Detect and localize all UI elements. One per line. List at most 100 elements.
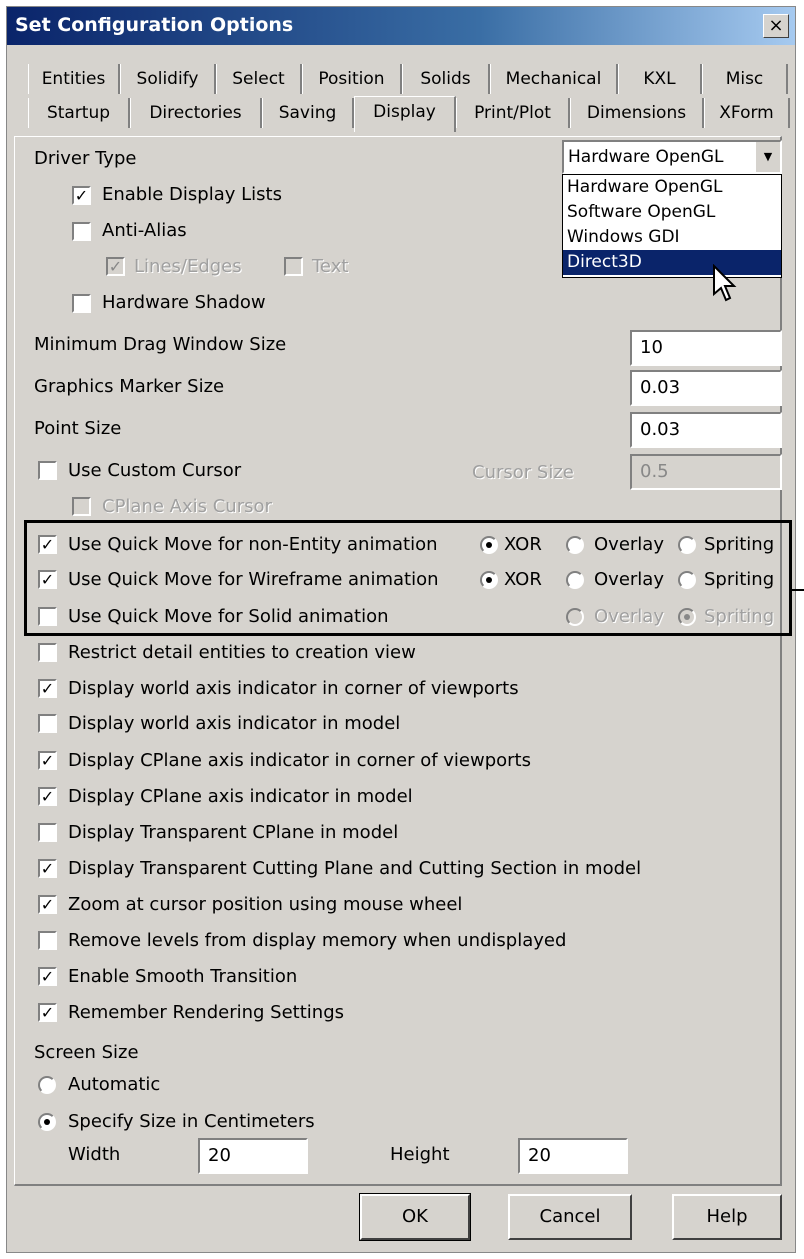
driver-option-software-opengl[interactable]: Software OpenGL: [563, 200, 781, 225]
anti-alias-checkbox[interactable]: [72, 222, 91, 241]
tab-print-plot[interactable]: Print/Plot: [456, 98, 570, 128]
non-entity-overlay-radio[interactable]: [566, 536, 584, 554]
tab-startup[interactable]: Startup: [28, 98, 130, 128]
cplane-axis-corner-label: Display CPlane axis indicator in corner …: [68, 750, 531, 771]
text-label: Text: [312, 256, 349, 277]
tab-saving[interactable]: Saving: [262, 98, 354, 128]
height-label: Height: [390, 1144, 450, 1165]
cplane-axis-corner-checkbox[interactable]: ✓: [38, 751, 57, 770]
non-entity-xor-label: XOR: [504, 534, 542, 555]
wireframe-overlay-radio[interactable]: [566, 571, 584, 589]
transparent-cplane-label: Display Transparent CPlane in model: [68, 822, 399, 843]
remove-levels-checkbox[interactable]: [38, 931, 57, 950]
tab-dimensions[interactable]: Dimensions: [570, 98, 704, 128]
driver-type-label: Driver Type: [34, 148, 137, 169]
world-axis-model-checkbox[interactable]: [38, 714, 57, 733]
cancel-button[interactable]: Cancel: [508, 1194, 632, 1240]
window-title: Set Configuration Options: [15, 14, 294, 36]
driver-type-select[interactable]: Hardware OpenGL ▼: [562, 140, 782, 174]
smooth-transition-label: Enable Smooth Transition: [68, 966, 298, 987]
help-button[interactable]: Help: [672, 1194, 782, 1240]
height-input[interactable]: 20: [518, 1138, 628, 1174]
min-drag-size-input[interactable]: 10: [630, 330, 782, 366]
hardware-shadow-checkbox[interactable]: [72, 294, 91, 313]
tab-solids[interactable]: Solids: [402, 64, 490, 94]
restrict-detail-checkbox[interactable]: [38, 643, 57, 662]
ok-button[interactable]: OK: [359, 1193, 471, 1241]
wireframe-overlay-label: Overlay: [594, 569, 664, 590]
driver-type-list: Hardware OpenGL Software OpenGL Windows …: [562, 174, 782, 278]
lines-edges-checkbox: ✓: [106, 257, 125, 276]
cplane-axis-model-checkbox[interactable]: ✓: [38, 787, 57, 806]
marker-size-input[interactable]: 0.03: [630, 370, 782, 406]
automatic-radio[interactable]: [38, 1076, 56, 1094]
transparent-cplane-checkbox[interactable]: [38, 823, 57, 842]
wireframe-xor-label: XOR: [504, 569, 542, 590]
cplane-axis-cursor-checkbox: [72, 497, 91, 516]
tab-misc[interactable]: Misc: [702, 64, 788, 94]
specify-size-radio[interactable]: [38, 1113, 56, 1131]
enable-display-lists-label: Enable Display Lists: [102, 184, 282, 205]
non-entity-spriting-radio[interactable]: [678, 536, 696, 554]
solid-overlay-radio: [566, 608, 584, 626]
anti-alias-label: Anti-Alias: [102, 220, 187, 241]
point-size-label: Point Size: [34, 418, 122, 439]
world-axis-corner-label: Display world axis indicator in corner o…: [68, 678, 519, 699]
width-input[interactable]: 20: [198, 1138, 308, 1174]
cursor-size-input: 0.5: [630, 454, 782, 490]
cplane-axis-model-label: Display CPlane axis indicator in model: [68, 786, 413, 807]
marker-size-label: Graphics Marker Size: [34, 376, 225, 397]
width-label: Width: [68, 1144, 121, 1165]
quick-move-wireframe-checkbox[interactable]: ✓: [38, 570, 57, 589]
cursor-size-label: Cursor Size: [472, 462, 574, 483]
restrict-detail-label: Restrict detail entities to creation vie…: [68, 642, 416, 663]
driver-option-windows-gdi[interactable]: Windows GDI: [563, 225, 781, 250]
tab-mechanical[interactable]: Mechanical: [490, 64, 618, 94]
wireframe-spriting-radio[interactable]: [678, 571, 696, 589]
lines-edges-label: Lines/Edges: [134, 256, 242, 277]
custom-cursor-checkbox[interactable]: [38, 461, 57, 480]
solid-spriting-label: Spriting: [704, 606, 775, 627]
screen-size-label: Screen Size: [34, 1042, 139, 1063]
non-entity-overlay-label: Overlay: [594, 534, 664, 555]
tab-display[interactable]: Display: [354, 96, 456, 132]
specify-size-label: Specify Size in Centimeters: [68, 1111, 315, 1132]
tab-entities[interactable]: Entities: [28, 64, 120, 94]
quick-move-solid-checkbox[interactable]: [38, 607, 57, 626]
smooth-transition-checkbox[interactable]: ✓: [38, 967, 57, 986]
min-drag-size-label: Minimum Drag Window Size: [34, 334, 287, 355]
wireframe-spriting-label: Spriting: [704, 569, 775, 590]
chevron-down-icon[interactable]: ▼: [755, 142, 780, 172]
zoom-at-cursor-label: Zoom at cursor position using mouse whee…: [68, 894, 463, 915]
point-size-input[interactable]: 0.03: [630, 412, 782, 448]
hardware-shadow-label: Hardware Shadow: [102, 292, 266, 313]
transparent-cutting-plane-label: Display Transparent Cutting Plane and Cu…: [68, 858, 642, 879]
tab-xform[interactable]: XForm: [704, 98, 790, 128]
cplane-axis-cursor-label: CPlane Axis Cursor: [102, 496, 272, 517]
text-checkbox: [284, 257, 303, 276]
driver-option-direct3d[interactable]: Direct3D: [563, 250, 781, 275]
world-axis-corner-checkbox[interactable]: ✓: [38, 679, 57, 698]
enable-display-lists-checkbox[interactable]: ✓: [72, 186, 91, 205]
callout-line: [792, 589, 804, 591]
non-entity-spriting-label: Spriting: [704, 534, 775, 555]
world-axis-model-label: Display world axis indicator in model: [68, 713, 401, 734]
tab-kxl[interactable]: KXL: [618, 64, 702, 94]
tab-solidify[interactable]: Solidify: [120, 64, 216, 94]
driver-option-hardware-opengl[interactable]: Hardware OpenGL: [563, 175, 781, 200]
close-button[interactable]: ×: [763, 14, 789, 38]
remember-rendering-checkbox[interactable]: ✓: [38, 1003, 57, 1022]
mouse-pointer-icon: [713, 264, 737, 302]
zoom-at-cursor-checkbox[interactable]: ✓: [38, 895, 57, 914]
non-entity-xor-radio[interactable]: [480, 536, 498, 554]
transparent-cutting-plane-checkbox[interactable]: ✓: [38, 859, 57, 878]
tab-select[interactable]: Select: [216, 64, 302, 94]
wireframe-xor-radio[interactable]: [480, 571, 498, 589]
tab-directories[interactable]: Directories: [130, 98, 262, 128]
solid-spriting-radio: [678, 608, 696, 626]
quick-move-wireframe-label: Use Quick Move for Wireframe animation: [68, 569, 439, 590]
tab-position[interactable]: Position: [302, 64, 402, 94]
custom-cursor-label: Use Custom Cursor: [68, 460, 242, 481]
quick-move-non-entity-checkbox[interactable]: ✓: [38, 535, 57, 554]
title-bar: Set Configuration Options ×: [7, 7, 795, 45]
